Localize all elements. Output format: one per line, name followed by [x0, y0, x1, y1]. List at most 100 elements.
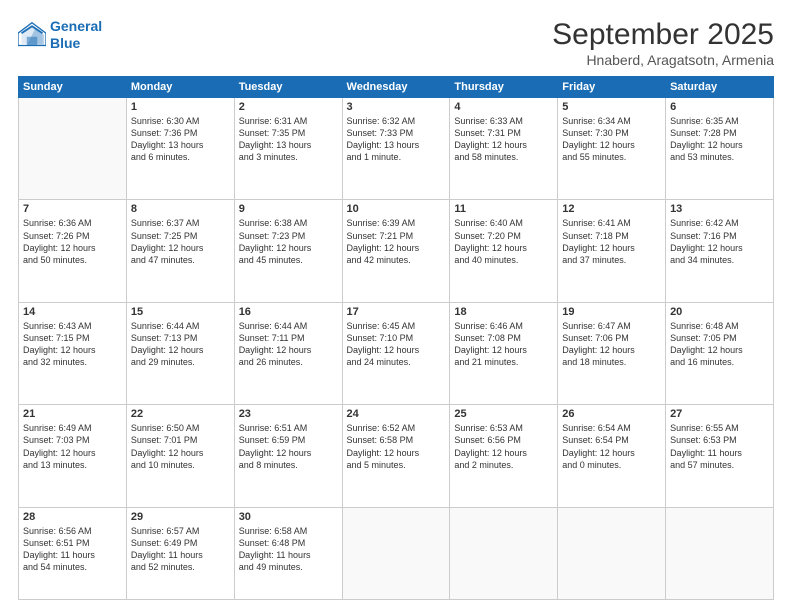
- day-cell: 10 Sunrise: 6:39 AM Sunset: 7:21 PM Dayli…: [342, 200, 450, 302]
- day-cell: 18 Sunrise: 6:46 AM Sunset: 7:08 PM Dayli…: [450, 302, 558, 404]
- day-number: 5: [562, 101, 661, 113]
- week-row-5: 28 Sunrise: 6:56 AM Sunset: 6:51 PM Dayli…: [19, 507, 774, 599]
- col-saturday: Saturday: [666, 77, 774, 98]
- day-info: Sunrise: 6:45 AM Sunset: 7:10 PM Dayligh…: [347, 320, 446, 369]
- day-info: Sunrise: 6:30 AM Sunset: 7:36 PM Dayligh…: [131, 115, 230, 164]
- main-title: September 2025: [552, 18, 774, 52]
- day-cell: 11 Sunrise: 6:40 AM Sunset: 7:20 PM Dayli…: [450, 200, 558, 302]
- day-cell: [342, 507, 450, 599]
- day-cell: 5 Sunrise: 6:34 AM Sunset: 7:30 PM Daylig…: [558, 98, 666, 200]
- day-info: Sunrise: 6:56 AM Sunset: 6:51 PM Dayligh…: [23, 525, 122, 574]
- day-cell: [19, 98, 127, 200]
- col-thursday: Thursday: [450, 77, 558, 98]
- day-cell: 22 Sunrise: 6:50 AM Sunset: 7:01 PM Dayli…: [126, 405, 234, 507]
- day-info: Sunrise: 6:43 AM Sunset: 7:15 PM Dayligh…: [23, 320, 122, 369]
- day-number: 2: [239, 101, 338, 113]
- week-row-3: 14 Sunrise: 6:43 AM Sunset: 7:15 PM Dayli…: [19, 302, 774, 404]
- day-cell: 16 Sunrise: 6:44 AM Sunset: 7:11 PM Dayli…: [234, 302, 342, 404]
- day-info: Sunrise: 6:50 AM Sunset: 7:01 PM Dayligh…: [131, 422, 230, 471]
- day-info: Sunrise: 6:34 AM Sunset: 7:30 PM Dayligh…: [562, 115, 661, 164]
- day-number: 25: [454, 408, 553, 420]
- day-cell: 25Sunrise: 6:53 AM Sunset: 6:56 PM Dayli…: [450, 405, 558, 507]
- day-number: 14: [23, 306, 122, 318]
- day-cell: 12 Sunrise: 6:41 AM Sunset: 7:18 PM Dayli…: [558, 200, 666, 302]
- day-info: Sunrise: 6:44 AM Sunset: 7:13 PM Dayligh…: [131, 320, 230, 369]
- logo-text: General Blue: [50, 18, 102, 52]
- day-number: 11: [454, 203, 553, 215]
- header-row: Sunday Monday Tuesday Wednesday Thursday…: [19, 77, 774, 98]
- day-number: 20: [670, 306, 769, 318]
- day-info: Sunrise: 6:32 AM Sunset: 7:33 PM Dayligh…: [347, 115, 446, 164]
- day-number: 24: [347, 408, 446, 420]
- day-cell: 21 Sunrise: 6:49 AM Sunset: 7:03 PM Dayli…: [19, 405, 127, 507]
- day-number: 21: [23, 408, 122, 420]
- col-monday: Monday: [126, 77, 234, 98]
- day-number: 15: [131, 306, 230, 318]
- day-cell: 15 Sunrise: 6:44 AM Sunset: 7:13 PM Dayli…: [126, 302, 234, 404]
- day-info: Sunrise: 6:58 AM Sunset: 6:48 PM Dayligh…: [239, 525, 338, 574]
- day-info: Sunrise: 6:55 AM Sunset: 6:53 PM Dayligh…: [670, 422, 769, 471]
- day-cell: 30 Sunrise: 6:58 AM Sunset: 6:48 PM Dayli…: [234, 507, 342, 599]
- col-sunday: Sunday: [19, 77, 127, 98]
- day-cell: 13Sunrise: 6:42 AM Sunset: 7:16 PM Dayli…: [666, 200, 774, 302]
- day-number: 16: [239, 306, 338, 318]
- week-row-2: 7 Sunrise: 6:36 AM Sunset: 7:26 PM Daylig…: [19, 200, 774, 302]
- day-number: 30: [239, 511, 338, 523]
- day-info: Sunrise: 6:52 AM Sunset: 6:58 PM Dayligh…: [347, 422, 446, 471]
- week-row-4: 21 Sunrise: 6:49 AM Sunset: 7:03 PM Dayli…: [19, 405, 774, 507]
- day-info: Sunrise: 6:44 AM Sunset: 7:11 PM Dayligh…: [239, 320, 338, 369]
- day-cell: [558, 507, 666, 599]
- day-info: Sunrise: 6:36 AM Sunset: 7:26 PM Dayligh…: [23, 217, 122, 266]
- day-info: Sunrise: 6:37 AM Sunset: 7:25 PM Dayligh…: [131, 217, 230, 266]
- day-number: 10: [347, 203, 446, 215]
- day-info: Sunrise: 6:46 AM Sunset: 7:08 PM Dayligh…: [454, 320, 553, 369]
- logo: General Blue: [18, 18, 102, 52]
- day-info: Sunrise: 6:33 AM Sunset: 7:31 PM Dayligh…: [454, 115, 553, 164]
- day-number: 18: [454, 306, 553, 318]
- day-number: 1: [131, 101, 230, 113]
- day-info: Sunrise: 6:35 AM Sunset: 7:28 PM Dayligh…: [670, 115, 769, 164]
- day-number: 22: [131, 408, 230, 420]
- header: General Blue September 2025 Hnaberd, Ara…: [18, 18, 774, 68]
- day-number: 3: [347, 101, 446, 113]
- day-number: 7: [23, 203, 122, 215]
- day-cell: 8 Sunrise: 6:37 AM Sunset: 7:25 PM Daylig…: [126, 200, 234, 302]
- day-cell: 6Sunrise: 6:35 AM Sunset: 7:28 PM Daylig…: [666, 98, 774, 200]
- day-info: Sunrise: 6:39 AM Sunset: 7:21 PM Dayligh…: [347, 217, 446, 266]
- col-tuesday: Tuesday: [234, 77, 342, 98]
- col-friday: Friday: [558, 77, 666, 98]
- day-cell: 23 Sunrise: 6:51 AM Sunset: 6:59 PM Dayli…: [234, 405, 342, 507]
- day-number: 27: [670, 408, 769, 420]
- subtitle: Hnaberd, Aragatsotn, Armenia: [552, 52, 774, 68]
- day-number: 26: [562, 408, 661, 420]
- day-number: 23: [239, 408, 338, 420]
- day-cell: 14 Sunrise: 6:43 AM Sunset: 7:15 PM Dayli…: [19, 302, 127, 404]
- day-info: Sunrise: 6:51 AM Sunset: 6:59 PM Dayligh…: [239, 422, 338, 471]
- week-row-1: 1 Sunrise: 6:30 AM Sunset: 7:36 PM Daylig…: [19, 98, 774, 200]
- title-area: September 2025 Hnaberd, Aragatsotn, Arme…: [552, 18, 774, 68]
- day-cell: 17Sunrise: 6:45 AM Sunset: 7:10 PM Dayli…: [342, 302, 450, 404]
- col-wednesday: Wednesday: [342, 77, 450, 98]
- day-cell: 3 Sunrise: 6:32 AM Sunset: 7:33 PM Daylig…: [342, 98, 450, 200]
- day-number: 28: [23, 511, 122, 523]
- day-info: Sunrise: 6:49 AM Sunset: 7:03 PM Dayligh…: [23, 422, 122, 471]
- day-info: Sunrise: 6:54 AM Sunset: 6:54 PM Dayligh…: [562, 422, 661, 471]
- day-cell: 24 Sunrise: 6:52 AM Sunset: 6:58 PM Dayli…: [342, 405, 450, 507]
- day-info: Sunrise: 6:57 AM Sunset: 6:49 PM Dayligh…: [131, 525, 230, 574]
- day-number: 4: [454, 101, 553, 113]
- day-cell: 1 Sunrise: 6:30 AM Sunset: 7:36 PM Daylig…: [126, 98, 234, 200]
- day-info: Sunrise: 6:41 AM Sunset: 7:18 PM Dayligh…: [562, 217, 661, 266]
- day-number: 8: [131, 203, 230, 215]
- day-cell: 2 Sunrise: 6:31 AM Sunset: 7:35 PM Daylig…: [234, 98, 342, 200]
- day-number: 19: [562, 306, 661, 318]
- day-cell: 9Sunrise: 6:38 AM Sunset: 7:23 PM Daylig…: [234, 200, 342, 302]
- day-number: 12: [562, 203, 661, 215]
- day-cell: 20Sunrise: 6:48 AM Sunset: 7:05 PM Dayli…: [666, 302, 774, 404]
- day-number: 29: [131, 511, 230, 523]
- day-cell: 19Sunrise: 6:47 AM Sunset: 7:06 PM Dayli…: [558, 302, 666, 404]
- day-cell: 28 Sunrise: 6:56 AM Sunset: 6:51 PM Dayli…: [19, 507, 127, 599]
- day-info: Sunrise: 6:31 AM Sunset: 7:35 PM Dayligh…: [239, 115, 338, 164]
- day-number: 13: [670, 203, 769, 215]
- day-cell: 4 Sunrise: 6:33 AM Sunset: 7:31 PM Daylig…: [450, 98, 558, 200]
- day-info: Sunrise: 6:40 AM Sunset: 7:20 PM Dayligh…: [454, 217, 553, 266]
